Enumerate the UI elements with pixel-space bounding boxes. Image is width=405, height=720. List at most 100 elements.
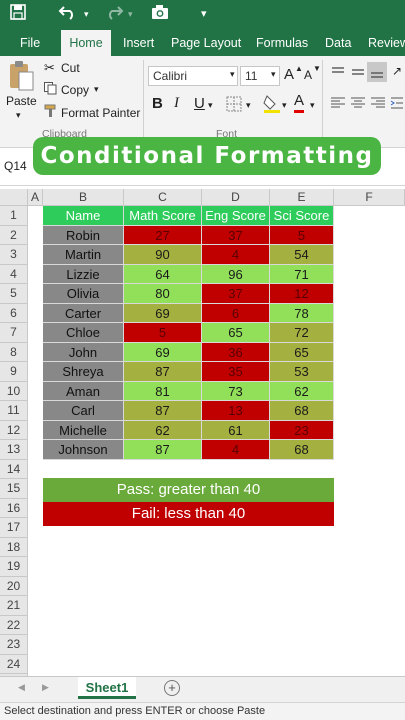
- name-cell[interactable]: John: [43, 342, 124, 362]
- align-bottom-icon[interactable]: [367, 62, 387, 82]
- tab-file[interactable]: File: [12, 30, 48, 56]
- fill-color-dropdown-icon[interactable]: ▾: [282, 100, 287, 111]
- sci-score-cell[interactable]: 78: [270, 303, 334, 323]
- align-center-icon[interactable]: [350, 96, 366, 113]
- name-cell[interactable]: Johnson: [43, 440, 124, 460]
- font-name-dropdown-icon[interactable]: ▾: [230, 69, 235, 80]
- eng-score-cell[interactable]: 96: [202, 264, 270, 284]
- eng-score-cell[interactable]: 37: [202, 284, 270, 304]
- tab-insert[interactable]: Insert: [115, 30, 162, 56]
- font-color-dropdown-icon[interactable]: ▾: [310, 100, 315, 111]
- redo-dropdown-icon[interactable]: ▾: [128, 4, 133, 24]
- font-name-box[interactable]: Calibri: [148, 66, 238, 86]
- row-header-23[interactable]: 23: [0, 635, 28, 655]
- eng-score-cell[interactable]: 37: [202, 225, 270, 245]
- align-middle-icon[interactable]: [350, 66, 366, 81]
- paste-dropdown-icon[interactable]: ▾: [16, 110, 21, 121]
- undo-dropdown-icon[interactable]: ▾: [84, 4, 89, 24]
- redo-icon[interactable]: [104, 4, 124, 26]
- name-cell[interactable]: Michelle: [43, 420, 124, 440]
- row-header-5[interactable]: 5: [0, 284, 28, 304]
- row-header-8[interactable]: 8: [0, 342, 28, 362]
- column-header-c[interactable]: C: [124, 189, 202, 206]
- indent-icon[interactable]: [390, 96, 404, 113]
- eng-score-cell[interactable]: 4: [202, 245, 270, 265]
- paste-icon[interactable]: [8, 60, 34, 95]
- math-score-cell[interactable]: 81: [124, 381, 202, 401]
- eng-score-cell[interactable]: 65: [202, 323, 270, 343]
- header-cell[interactable]: Name: [43, 206, 124, 226]
- math-score-cell[interactable]: 87: [124, 362, 202, 382]
- scroll-left-icon[interactable]: ◀: [18, 682, 25, 693]
- column-header-e[interactable]: E: [270, 189, 334, 206]
- row-header-14[interactable]: 14: [0, 459, 28, 479]
- underline-button[interactable]: U: [194, 95, 205, 112]
- camera-icon[interactable]: [151, 4, 169, 26]
- tab-page-layout[interactable]: Page Layout: [163, 30, 249, 56]
- customize-icon[interactable]: ▾: [201, 4, 207, 24]
- align-left-icon[interactable]: [330, 96, 346, 113]
- sci-score-cell[interactable]: 54: [270, 245, 334, 265]
- underline-dropdown-icon[interactable]: ▾: [208, 100, 213, 111]
- name-cell[interactable]: Lizzie: [43, 264, 124, 284]
- name-cell[interactable]: Carl: [43, 401, 124, 421]
- row-header-7[interactable]: 7: [0, 323, 28, 343]
- name-cell[interactable]: Shreya: [43, 362, 124, 382]
- column-header-f[interactable]: F: [334, 189, 405, 206]
- math-score-cell[interactable]: 27: [124, 225, 202, 245]
- column-header-b[interactable]: B: [43, 189, 124, 206]
- format-painter-button[interactable]: Format Painter: [61, 106, 140, 120]
- row-header-3[interactable]: 3: [0, 245, 28, 265]
- row-header-22[interactable]: 22: [0, 615, 28, 635]
- spreadsheet-grid[interactable]: A B C D E F 1 2 3 4 5 6 7 8 9 10 11 12 13 14 15 16 17 18 1…: [0, 189, 405, 676]
- row-header-15[interactable]: 15: [0, 479, 28, 499]
- scroll-right-icon[interactable]: ▶: [42, 682, 49, 693]
- borders-icon[interactable]: [226, 96, 242, 115]
- cut-button[interactable]: Cut: [61, 61, 80, 75]
- column-header-d[interactable]: D: [202, 189, 270, 206]
- cut-icon[interactable]: ✂: [44, 60, 55, 76]
- row-header-13[interactable]: 13: [0, 440, 28, 460]
- italic-button[interactable]: I: [174, 95, 179, 112]
- row-header-12[interactable]: 12: [0, 420, 28, 440]
- tab-data[interactable]: Data: [317, 30, 359, 56]
- row-header-11[interactable]: 11: [0, 401, 28, 421]
- name-cell[interactable]: Chloe: [43, 323, 124, 343]
- sheet-tab-sheet1[interactable]: Sheet1: [78, 677, 136, 699]
- align-right-icon[interactable]: [370, 96, 386, 113]
- undo-icon[interactable]: [58, 4, 78, 26]
- sci-score-cell[interactable]: 53: [270, 362, 334, 382]
- header-cell[interactable]: Eng Score: [202, 206, 270, 226]
- row-header-16[interactable]: 16: [0, 498, 28, 518]
- header-cell[interactable]: Math Score: [124, 206, 202, 226]
- tab-formulas[interactable]: Formulas: [248, 30, 316, 56]
- sci-score-cell[interactable]: 65: [270, 342, 334, 362]
- row-header-4[interactable]: 4: [0, 264, 28, 284]
- tab-review[interactable]: Review: [360, 30, 405, 56]
- math-score-cell[interactable]: 64: [124, 264, 202, 284]
- name-cell[interactable]: Carter: [43, 303, 124, 323]
- save-icon[interactable]: [10, 4, 26, 26]
- fill-color-icon[interactable]: [263, 94, 281, 117]
- sci-score-cell[interactable]: 68: [270, 440, 334, 460]
- math-score-cell[interactable]: 90: [124, 245, 202, 265]
- sci-score-cell[interactable]: 62: [270, 381, 334, 401]
- column-header-a[interactable]: A: [28, 189, 43, 206]
- add-sheet-button[interactable]: +: [164, 680, 180, 696]
- sci-score-cell[interactable]: 23: [270, 420, 334, 440]
- math-score-cell[interactable]: 62: [124, 420, 202, 440]
- math-score-cell[interactable]: 5: [124, 323, 202, 343]
- row-header-21[interactable]: 21: [0, 596, 28, 616]
- copy-icon[interactable]: [44, 82, 57, 98]
- eng-score-cell[interactable]: 61: [202, 420, 270, 440]
- eng-score-cell[interactable]: 35: [202, 362, 270, 382]
- tab-home[interactable]: Home: [61, 30, 111, 56]
- row-header-6[interactable]: 6: [0, 303, 28, 323]
- math-score-cell[interactable]: 69: [124, 303, 202, 323]
- select-all-corner[interactable]: [0, 189, 28, 206]
- row-header-2[interactable]: 2: [0, 225, 28, 245]
- math-score-cell[interactable]: 80: [124, 284, 202, 304]
- row-header-1[interactable]: 1: [0, 206, 28, 226]
- row-header-10[interactable]: 10: [0, 381, 28, 401]
- eng-score-cell[interactable]: 4: [202, 440, 270, 460]
